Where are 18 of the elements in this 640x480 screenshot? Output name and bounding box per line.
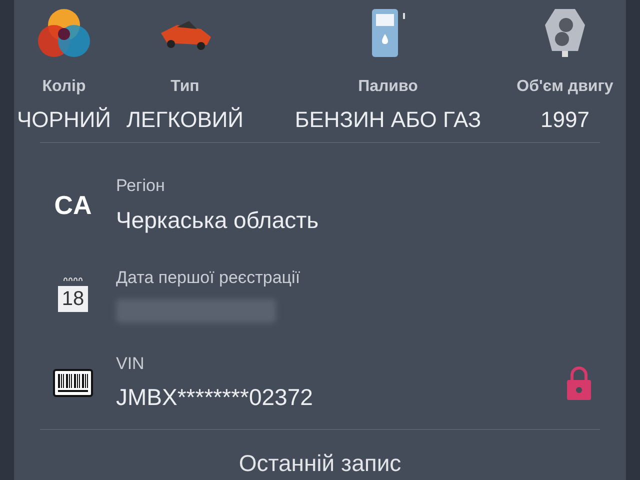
detail-label: VIN bbox=[116, 352, 146, 374]
spec-value: ЧОРНИЙ bbox=[17, 106, 111, 134]
calendar-rings-icon bbox=[63, 276, 83, 282]
spec-label: Тип bbox=[170, 77, 200, 97]
detail-value: JMBX********02372 bbox=[116, 383, 314, 412]
detail-label: Регіон bbox=[116, 175, 166, 197]
spec-label: Колір bbox=[42, 77, 86, 97]
detail-value: Черкаська область bbox=[116, 206, 320, 235]
spec-value: БЕНЗИН АБО ГАЗ bbox=[294, 106, 482, 134]
spec-value: ЛЕГКОВИЙ bbox=[126, 106, 244, 134]
region-code: CA bbox=[54, 188, 92, 222]
barcode-icon bbox=[53, 368, 93, 396]
spec-value: 1997 bbox=[540, 106, 590, 134]
spec-label: Паливо bbox=[358, 77, 418, 97]
detail-label: Дата першої реєстрації bbox=[116, 267, 302, 289]
calendar-day: 18 bbox=[58, 286, 88, 312]
section-title: Останній запис bbox=[238, 448, 402, 478]
spec-label: Об'єм двигу bbox=[516, 77, 614, 97]
